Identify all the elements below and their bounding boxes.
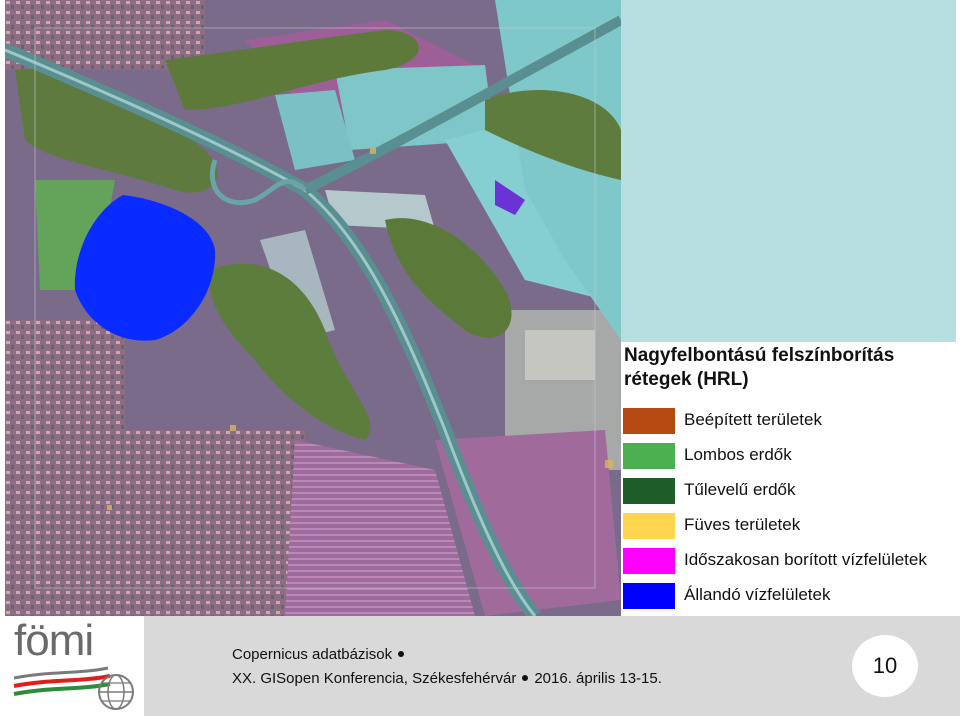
legend-swatch xyxy=(623,443,675,469)
logo-graphic xyxy=(13,666,134,710)
page-number-badge: 10 xyxy=(852,635,918,697)
footer-conference: XX. GISopen Konferencia, Székesfehérvár xyxy=(232,670,517,687)
footer-line-1: Copernicus adatbázisok xyxy=(232,646,410,663)
legend-item-broadleaf-forest: Lombos erdők xyxy=(623,443,957,473)
map-legend: Nagyfelbontású felszínborítás rétegek (H… xyxy=(621,342,956,616)
legend-item-grassland: Füves területek xyxy=(623,513,957,543)
bullet-dot xyxy=(398,650,405,657)
legend-item-permanent-water: Állandó vízfelületek xyxy=(623,583,957,613)
footer-title: Copernicus adatbázisok xyxy=(232,646,393,663)
bullet-dot xyxy=(522,674,529,681)
page-number: 10 xyxy=(872,653,898,678)
legend-label: Beépített területek xyxy=(684,410,822,429)
legend-label: Lombos erdők xyxy=(684,445,792,464)
legend-swatch xyxy=(623,478,675,504)
satellite-map xyxy=(5,0,621,616)
legend-item-coniferous-forest: Tűlevelű erdők xyxy=(623,478,957,508)
footer-line-2: XX. GISopen Konferencia, Székesfehérvár 2… xyxy=(232,670,662,687)
legend-item-built-up: Beépített területek xyxy=(623,408,957,438)
teal-panel xyxy=(621,0,956,342)
footer-date: 2016. április 13-15. xyxy=(534,670,662,687)
legend-label: Füves területek xyxy=(684,515,801,534)
legend-label: Időszakosan borított vízfelületek xyxy=(684,550,927,569)
fomi-logo: fömi xyxy=(0,616,144,716)
legend-title: Nagyfelbontású felszínborítás rétegek (H… xyxy=(624,345,895,390)
slide-footer: fömi Copernicus adatbázisok XX. GISopen … xyxy=(0,616,960,716)
legend-item-temporary-water: Időszakosan borított vízfelületek xyxy=(623,548,957,578)
legend-swatch xyxy=(623,513,675,539)
legend-label: Állandó vízfelületek xyxy=(684,585,831,604)
legend-swatch xyxy=(623,583,675,609)
legend-swatch xyxy=(623,548,675,574)
map-image xyxy=(5,0,621,616)
legend-label: Tűlevelű erdők xyxy=(684,480,796,499)
legend-swatch xyxy=(623,408,675,434)
